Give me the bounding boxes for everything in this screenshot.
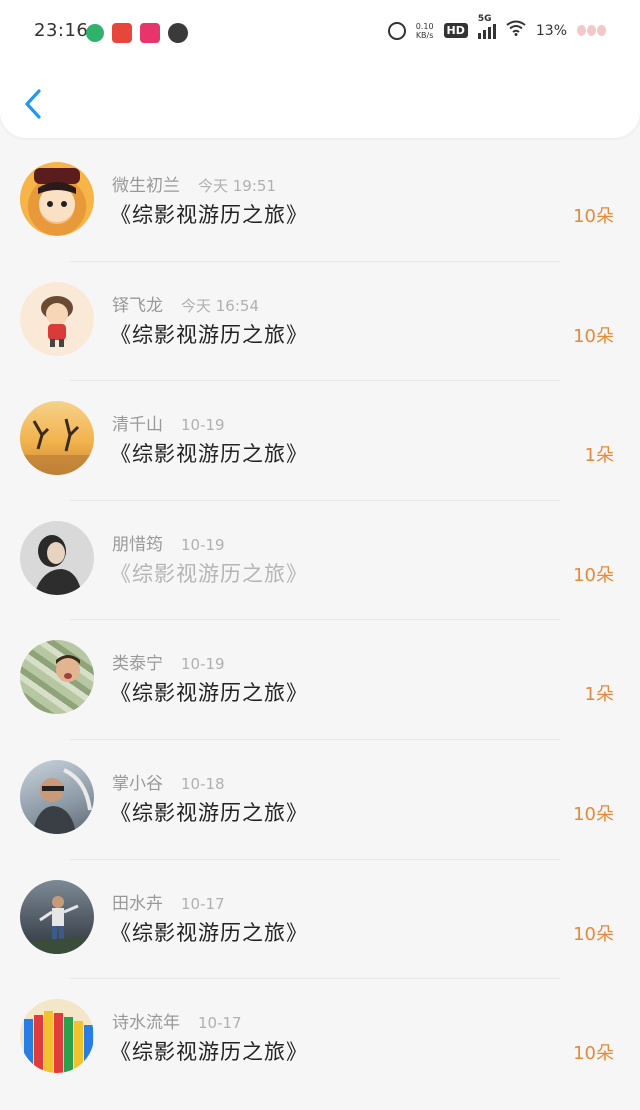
status-bar: 23:16 0.10 KB/s HD 5G 13% <box>0 0 640 66</box>
book-title: 《综影视游历之旅》 <box>110 800 308 825</box>
sender-name: 铎飞龙 <box>112 295 163 316</box>
gift-amount: 10朵 <box>573 803 614 825</box>
sender-name: 田水卉 <box>112 893 163 914</box>
chevron-left-icon <box>25 89 41 119</box>
list-item[interactable]: 铎飞龙 今天 16:54 《综影视游历之旅》 10朵 <box>0 262 640 382</box>
book-title: 《综影视游历之旅》 <box>110 920 308 945</box>
status-time: 23:16 <box>34 20 89 41</box>
avatar[interactable] <box>20 879 94 954</box>
gift-amount: 1朵 <box>584 684 614 706</box>
wifi-icon <box>506 20 526 41</box>
message-app-icon <box>168 23 188 43</box>
timestamp: 10-18 <box>181 774 225 793</box>
timestamp: 今天 16:54 <box>181 296 259 315</box>
gift-amount: 10朵 <box>573 564 614 586</box>
list-item[interactable]: 诗水流年 10-17 《综影视游历之旅》 10朵 <box>0 979 640 1099</box>
sender-name: 类泰宁 <box>112 654 163 675</box>
notification-icons <box>86 23 188 43</box>
avatar[interactable] <box>20 640 94 715</box>
book-title: 《综影视游历之旅》 <box>110 203 308 227</box>
book-title: 《综影视游历之旅》 <box>110 681 308 706</box>
top-bar: 23:16 0.10 KB/s HD 5G 13% <box>0 0 640 138</box>
status-indicators: 0.10 KB/s HD 5G 13% <box>387 14 606 41</box>
network-speed: 0.10 KB/s <box>415 21 434 40</box>
book-title: 《综影视游历之旅》 <box>110 1040 308 1065</box>
battery-percent: 13% <box>535 22 567 39</box>
shopping-app-icon <box>140 23 160 43</box>
video-app-icon <box>86 24 104 42</box>
alarm-icon <box>387 21 406 40</box>
taobao-app-icon <box>112 23 132 43</box>
timestamp: 10-19 <box>181 535 225 554</box>
avatar[interactable] <box>20 162 94 236</box>
list-item[interactable]: 田水卉 10-17 《综影视游历之旅》 10朵 <box>0 860 640 980</box>
timestamp: 10-19 <box>181 416 225 435</box>
timestamp: 10-17 <box>181 894 225 913</box>
list-item[interactable]: 清千山 10-19 《综影视游历之旅》 1朵 <box>0 381 640 501</box>
book-title: 《综影视游历之旅》 <box>110 561 308 586</box>
gift-amount: 10朵 <box>573 923 614 945</box>
signal-icon: 5G <box>477 14 496 39</box>
book-title: 《综影视游历之旅》 <box>110 322 308 347</box>
avatar[interactable] <box>20 281 94 356</box>
hd-badge: HD <box>443 23 468 38</box>
list-item[interactable]: 掌小谷 10-18 《综影视游历之旅》 10朵 <box>0 740 640 860</box>
timestamp: 10-19 <box>181 655 225 674</box>
timestamp: 10-17 <box>198 1014 242 1033</box>
battery-icon <box>577 25 606 36</box>
gift-record-list: 微生初兰 今天 19:51 《综影视游历之旅》 10朵 铎飞龙 今天 16:54 《… <box>0 142 640 1099</box>
book-title: 《综影视游历之旅》 <box>110 442 308 467</box>
gift-amount: 1朵 <box>584 445 614 467</box>
avatar[interactable] <box>20 759 94 834</box>
list-item[interactable]: 类泰宁 10-19 《综影视游历之旅》 1朵 <box>0 620 640 740</box>
signal-label: 5G <box>477 13 492 24</box>
sender-name: 清千山 <box>112 415 163 436</box>
list-item[interactable]: 微生初兰 今天 19:51 《综影视游历之旅》 10朵 <box>0 142 640 262</box>
sender-name: 朋惜筠 <box>112 534 163 555</box>
timestamp: 今天 19:51 <box>198 177 276 195</box>
avatar[interactable] <box>20 401 94 476</box>
list-item[interactable]: 朋惜筠 10-19 《综影视游历之旅》 10朵 <box>0 501 640 621</box>
gift-amount: 10朵 <box>573 1043 614 1065</box>
sender-name: 掌小谷 <box>112 773 163 794</box>
avatar[interactable] <box>20 520 94 595</box>
sender-name: 微生初兰 <box>112 176 180 196</box>
avatar[interactable] <box>20 999 94 1074</box>
sender-name: 诗水流年 <box>112 1013 180 1034</box>
back-button[interactable] <box>22 86 44 122</box>
gift-amount: 10朵 <box>573 325 614 347</box>
gift-amount: 10朵 <box>573 206 614 227</box>
